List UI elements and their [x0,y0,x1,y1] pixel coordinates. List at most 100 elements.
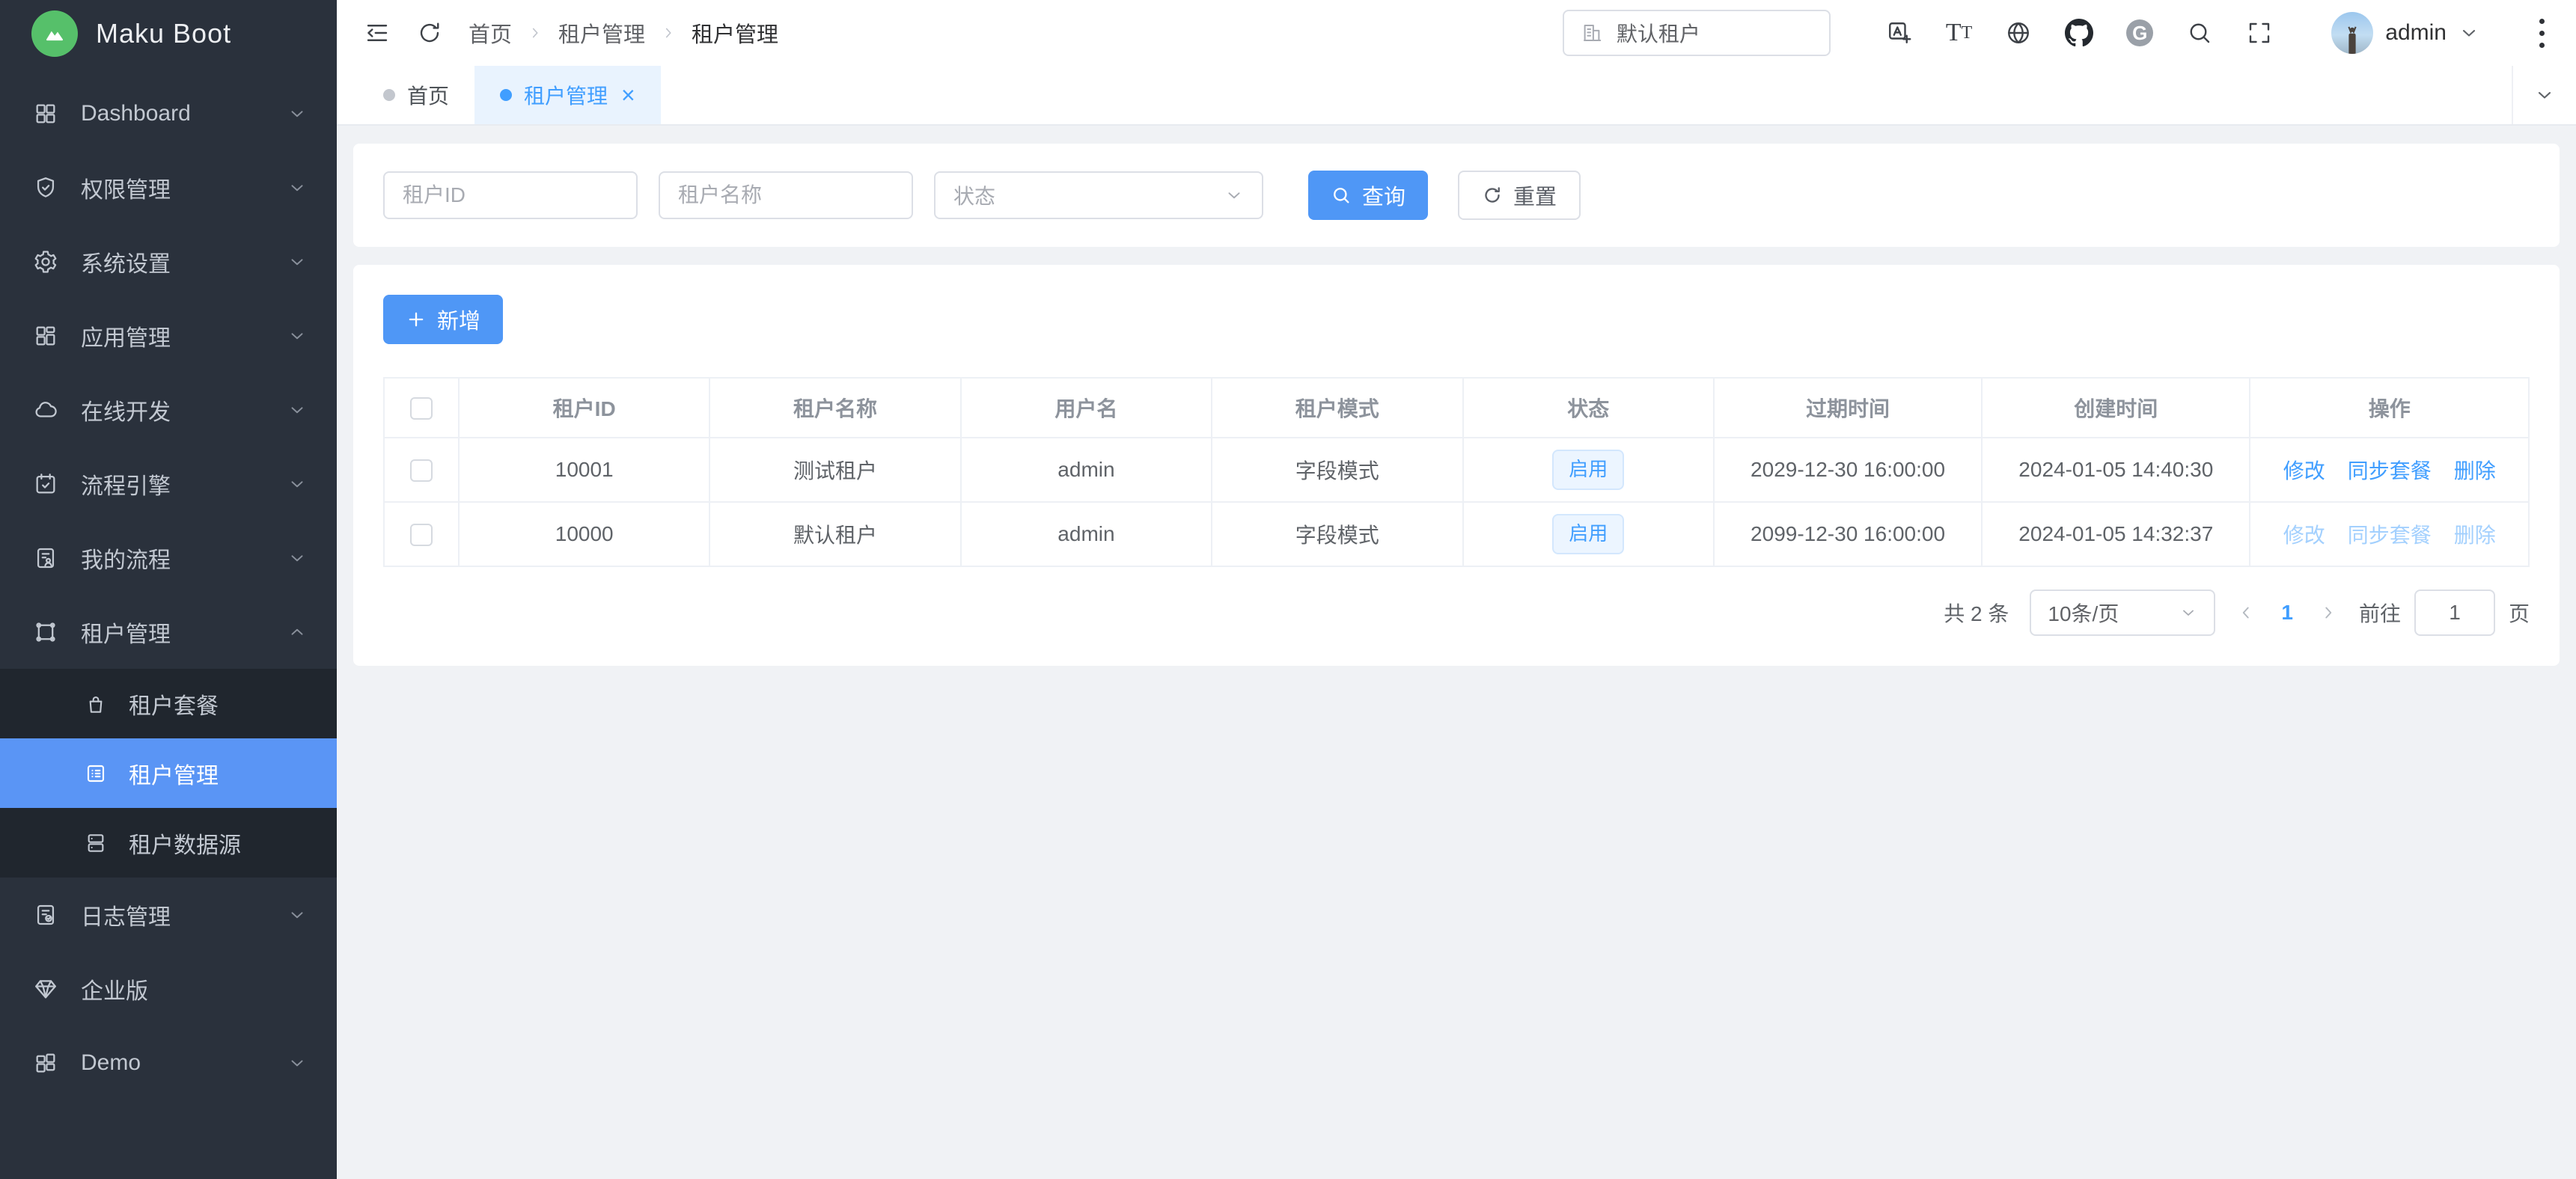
refresh-icon [1482,185,1503,206]
sidebar-item-dashboard[interactable]: Dashboard [0,76,337,150]
plus-icon [406,309,427,330]
cell-username: admin [961,438,1212,502]
document-user-icon [33,545,58,571]
sidebar-item-demo[interactable]: Demo [0,1026,337,1100]
refresh-icon[interactable] [416,19,443,46]
chevron-right-icon [527,25,543,41]
edit-link[interactable]: 修改 [2283,455,2325,485]
bag-icon [84,692,108,716]
status-select-placeholder: 状态 [953,180,995,210]
table-row: 10001 测试租户 admin 字段模式 启用 2029-12-30 16:0… [384,438,2529,502]
topbar-icons: TT G [1886,19,2273,47]
tenant-id-input[interactable] [403,183,618,207]
next-page-button[interactable] [2319,603,2338,622]
tab-options-button[interactable] [2512,66,2576,124]
translate-icon[interactable] [1886,19,1913,46]
chevron-down-icon [287,474,307,494]
table-header-row: 租户ID 租户名称 用户名 租户模式 状态 过期时间 创建时间 操作 [384,378,2529,438]
breadcrumb-home[interactable]: 首页 [468,17,512,49]
sidebar-item-online-dev[interactable]: 在线开发 [0,373,337,447]
pagination-total: 共 2 条 [1944,598,2009,628]
building-icon [1581,22,1603,44]
tenant-table: 租户ID 租户名称 用户名 租户模式 状态 过期时间 创建时间 操作 10001 [383,377,2530,567]
close-icon[interactable]: × [621,83,635,107]
github-icon[interactable] [2065,19,2093,47]
table-panel: 新增 租户ID 租户名称 用户名 租户模式 状态 过期时间 创建时间 [353,265,2560,666]
list-icon [84,762,108,786]
tenant-name-field-wrap [659,171,913,219]
chevron-down-icon [1224,186,1244,205]
user-menu[interactable]: admin [2331,12,2479,54]
sidebar-item-tenant-management[interactable]: 租户管理 [0,595,337,669]
breadcrumb-current: 租户管理 [692,17,778,49]
search-icon[interactable] [2186,19,2213,46]
sidebar-item-tenant-management-sub[interactable]: 租户管理 [0,738,337,808]
sidebar-item-my-workflow[interactable]: 我的流程 [0,521,337,595]
row-checkbox[interactable] [410,524,433,546]
breadcrumb-tenant[interactable]: 租户管理 [558,17,645,49]
select-all-checkbox[interactable] [410,397,433,420]
topbar: 首页 租户管理 租户管理 默认租户 TT G admin [337,0,2576,66]
status-select[interactable]: 状态 [934,171,1263,219]
gitee-icon[interactable]: G [2126,19,2153,46]
tab-home[interactable]: 首页 [358,66,474,124]
sidebar-item-enterprise[interactable]: 企业版 [0,952,337,1026]
sidebar-item-app-management[interactable]: 应用管理 [0,298,337,373]
sidebar-item-tenant-package[interactable]: 租户套餐 [0,669,337,738]
sidebar-item-log-management[interactable]: 日志管理 [0,878,337,952]
app-logo[interactable]: Maku Boot [0,0,337,67]
chevron-down-icon [2534,85,2555,105]
kebab-menu-icon[interactable] [2535,14,2549,52]
col-actions: 操作 [2250,378,2529,438]
font-size-icon[interactable]: TT [1946,20,1972,46]
tab-tenant-management[interactable]: 租户管理 × [474,66,661,124]
tab-dot [500,89,512,101]
sync-package-link: 同步套餐 [2348,519,2432,549]
sync-package-link[interactable]: 同步套餐 [2348,455,2432,485]
cell-create-time: 2024-01-05 14:32:37 [1982,502,2250,566]
cell-mode: 字段模式 [1212,438,1462,502]
calendar-check-icon [33,471,58,497]
sidebar-item-tenant-datasource[interactable]: 租户数据源 [0,808,337,878]
page-suffix: 页 [2509,598,2530,628]
prev-page-button[interactable] [2236,603,2256,622]
apps-icon [33,323,58,349]
reset-button[interactable]: 重置 [1458,171,1581,220]
tenant-id-field-wrap [383,171,638,219]
page-number[interactable]: 1 [2281,601,2293,625]
shield-check-icon [33,175,58,200]
pagination: 共 2 条 10条/页 1 前往 页 [383,590,2530,636]
filter-panel: 状态 查询 重置 [353,144,2560,247]
search-button[interactable]: 查询 [1308,171,1428,220]
sidebar-item-workflow-engine[interactable]: 流程引擎 [0,447,337,521]
row-checkbox[interactable] [410,459,433,482]
breadcrumb: 首页 租户管理 租户管理 [468,17,778,49]
globe-icon[interactable] [2005,19,2032,46]
mountain-icon [31,10,78,57]
chevron-down-icon [287,178,307,197]
fullscreen-icon[interactable] [2246,19,2273,46]
gear-icon [33,249,58,275]
sidebar-item-permissions[interactable]: 权限管理 [0,150,337,224]
add-button[interactable]: 新增 [383,295,503,344]
tenant-select[interactable]: 默认租户 [1563,10,1831,56]
chevron-down-icon [287,1053,307,1073]
search-icon [1331,185,1352,206]
col-expire-time: 过期时间 [1714,378,1982,438]
tenant-select-value: 默认租户 [1617,18,1700,48]
sidebar-menu: Dashboard 权限管理 系统设置 应用管理 在线开发 流程引擎 [0,67,337,1179]
collapse-menu-icon[interactable] [364,19,391,46]
cell-tenant-id: 10000 [459,502,709,566]
cell-username: admin [961,502,1212,566]
tenant-submenu: 租户套餐 租户管理 租户数据源 [0,669,337,878]
cell-expire-time: 2029-12-30 16:00:00 [1714,438,1982,502]
goto-page-input[interactable] [2414,590,2495,636]
col-username: 用户名 [961,378,1212,438]
tenant-name-input[interactable] [678,183,894,207]
sidebar-item-system-settings[interactable]: 系统设置 [0,224,337,298]
username: admin [2385,20,2447,46]
content: 状态 查询 重置 新增 [337,126,2576,1179]
page-size-select[interactable]: 10条/页 [2030,590,2215,636]
delete-link[interactable]: 删除 [2454,455,2496,485]
edit-link: 修改 [2283,519,2325,549]
